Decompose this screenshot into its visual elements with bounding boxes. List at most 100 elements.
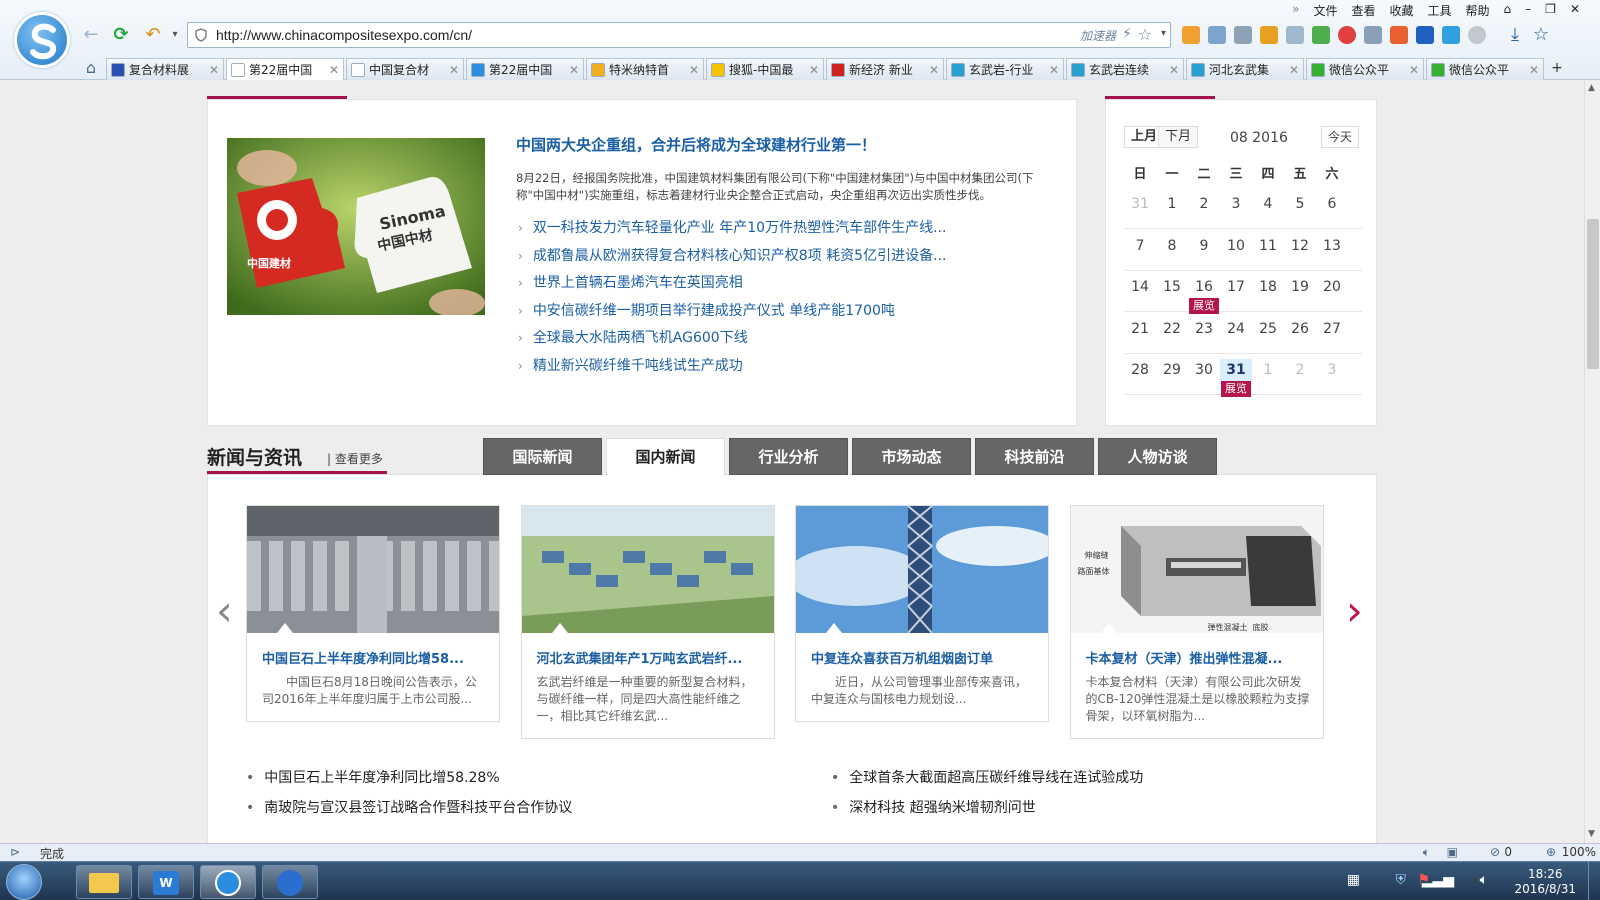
download-icon[interactable]: ⤓ <box>1506 26 1524 44</box>
calendar-day[interactable]: 31 <box>1124 193 1156 215</box>
focus-headline[interactable]: 中国两大央企重组，合并后将成为全球建材行业第一！ <box>516 134 876 155</box>
url-dropdown-icon[interactable]: ▾ <box>1161 28 1166 39</box>
calendar-day[interactable]: 3 <box>1316 359 1348 381</box>
browser-tab[interactable]: 中国复合材 ✕ <box>346 58 464 80</box>
calendar-day[interactable]: 10 <box>1220 235 1252 257</box>
view-more-link[interactable]: | 查看更多 <box>327 450 383 467</box>
browser-tab[interactable]: 搜狐-中国最 ✕ <box>706 58 824 80</box>
minimize-icon[interactable]: – <box>1525 2 1531 18</box>
browser-tab[interactable]: 第22届中国 ✕ <box>466 58 584 80</box>
restore-icon[interactable]: ❐ <box>1545 2 1556 18</box>
focus-link[interactable]: › 中安信碳纤维一期项目举行建成投产仪式 单线产能1700吨 <box>518 300 895 320</box>
calendar-day[interactable]: 4 <box>1252 193 1284 215</box>
news-list-text[interactable]: 中国巨石上半年度净利同比增58.28% <box>264 770 499 786</box>
news-card-title[interactable]: 河北玄武集团年产1万吨玄武岩纤... <box>537 648 743 667</box>
undo-icon[interactable]: ↶ <box>142 24 164 46</box>
calendar-day[interactable]: 18 <box>1252 276 1284 298</box>
news-tab[interactable]: 市场动态 <box>852 438 971 475</box>
star-icon[interactable]: ☆ <box>1138 25 1152 44</box>
focus-link[interactable]: › 成都鲁晨从欧洲获得复合材料核心知识产权8项 耗资5亿引进设备... <box>518 245 946 265</box>
focus-link[interactable]: › 世界上首辆石墨烯汽车在英国亮相 <box>518 272 743 292</box>
reader-icon[interactable] <box>1208 26 1226 44</box>
news-list-text[interactable]: 全球首条大截面超高压碳纤维导线在连试验成功 <box>849 770 1143 786</box>
menu-favorites[interactable]: 收藏 <box>1390 2 1414 18</box>
taskbar-wps-icon[interactable]: W <box>138 865 194 899</box>
focus-link[interactable]: › 全球最大水陆两栖飞机AG600下线 <box>518 327 748 347</box>
show-desktop-button[interactable] <box>1588 862 1600 900</box>
tab-close-icon[interactable]: ✕ <box>1289 63 1299 77</box>
page-scrollbar[interactable]: ▲ ▼ <box>1584 81 1600 843</box>
calendar-day[interactable]: 20 <box>1316 276 1348 298</box>
today-button[interactable]: 今天 <box>1321 126 1360 148</box>
calendar-day[interactable]: 13 <box>1316 235 1348 257</box>
carousel-next-icon[interactable]: › <box>1346 590 1363 632</box>
calendar-day[interactable]: 9 <box>1188 235 1220 257</box>
scroll-up-icon[interactable]: ▲ <box>1588 83 1595 93</box>
security-shield-icon[interactable] <box>1416 26 1434 44</box>
focus-link-text[interactable]: 全球最大水陆两栖飞机AG600下线 <box>533 330 748 346</box>
tab-close-icon[interactable]: ✕ <box>449 63 459 77</box>
news-list-item[interactable]: • 深材科技 超强纳米增韧剂问世 <box>831 797 1036 817</box>
focus-link[interactable]: › 双一科技发力汽车轻量化产业 年产10万件热塑性汽车部件生产线... <box>518 217 946 237</box>
calendar-day[interactable]: 19 <box>1284 276 1316 298</box>
menu-view[interactable]: 查看 <box>1351 2 1375 18</box>
news-tab[interactable]: 国内新闻 <box>606 438 725 476</box>
menu-help[interactable]: 帮助 <box>1466 2 1490 18</box>
favorite-star-icon[interactable]: ☆ <box>1532 26 1550 44</box>
scrollbar-thumb[interactable] <box>1587 219 1599 369</box>
calendar-day[interactable]: 1 <box>1156 193 1188 215</box>
weibo-icon[interactable] <box>1338 26 1356 44</box>
news-card[interactable]: 河北玄武集团年产1万吨玄武岩纤... 玄武岩纤维是一种重要的新型复合材料，与碳纤维… <box>520 505 775 739</box>
zoom-level[interactable]: 100% <box>1562 845 1596 859</box>
browser-tab[interactable]: 微信公众平 ✕ <box>1306 58 1424 80</box>
news-list-text[interactable]: 深材科技 超强纳米增韧剂问世 <box>849 800 1035 816</box>
calendar-day[interactable]: 11 <box>1252 235 1284 257</box>
game-icon[interactable] <box>1312 26 1330 44</box>
calendar-day[interactable]: 29 <box>1156 359 1188 381</box>
more-icon[interactable] <box>1468 26 1486 44</box>
clipboard-icon[interactable] <box>1182 26 1200 44</box>
calendar-day[interactable]: 15 <box>1156 276 1188 298</box>
focus-link-text[interactable]: 精业新兴碳纤维千吨线试生产成功 <box>533 358 743 374</box>
url-text[interactable]: http://www.chinacompositesexpo.com/cn/ <box>216 27 472 43</box>
calendar-day[interactable]: 24 <box>1220 318 1252 340</box>
volume-icon[interactable]: 🔈︎ <box>1423 845 1430 860</box>
carousel-prev-icon[interactable]: ‹ <box>216 590 233 632</box>
focus-link-text[interactable]: 成都鲁晨从欧洲获得复合材料核心知识产权8项 耗资5亿引进设备... <box>533 248 947 264</box>
news-card-image[interactable] <box>796 506 1048 633</box>
calendar-day[interactable]: 12 <box>1284 235 1316 257</box>
calendar-day[interactable]: 25 <box>1252 318 1284 340</box>
key-icon[interactable] <box>1260 26 1278 44</box>
next-month-button[interactable]: 下月 <box>1158 126 1199 148</box>
start-button[interactable] <box>6 864 42 900</box>
news-tab[interactable]: 科技前沿 <box>975 438 1094 475</box>
tab-close-icon[interactable]: ✕ <box>1169 63 1179 77</box>
wrench-icon[interactable] <box>1364 26 1382 44</box>
tray-network-icon[interactable]: ▦ <box>1347 872 1360 888</box>
browser-tab[interactable]: 玄武岩连续 ✕ <box>1066 58 1184 80</box>
calendar-day[interactable]: 30 <box>1188 359 1220 381</box>
lightning-icon[interactable]: ⚡ <box>1122 26 1132 42</box>
calendar-day[interactable]: 8 <box>1156 235 1188 257</box>
tray-volume-icon[interactable]: 🔈︎ <box>1480 872 1488 888</box>
calendar-day[interactable]: 3 <box>1220 193 1252 215</box>
browser-tab[interactable]: 微信公众平 ✕ <box>1426 58 1544 80</box>
menu-file[interactable]: 文件 <box>1313 2 1337 18</box>
calendar-day[interactable]: 22 <box>1156 318 1188 340</box>
news-card-image[interactable] <box>521 506 774 633</box>
close-window-icon[interactable]: ✕ <box>1570 2 1580 18</box>
tab-close-icon[interactable]: ✕ <box>1409 63 1419 77</box>
browser-tab[interactable]: 新经济 新业 ✕ <box>826 58 944 80</box>
browser-tab[interactable]: 河北玄武集 ✕ <box>1186 58 1304 80</box>
undo-dropdown-icon[interactable]: ▾ <box>164 24 186 46</box>
calendar-day[interactable]: 26 <box>1284 318 1316 340</box>
news-card[interactable]: 中国巨石上半年度净利同比增58... 中国巨石8月18日晚间公告表示，公司201… <box>246 505 500 722</box>
calendar-day[interactable]: 27 <box>1316 318 1348 340</box>
tab-close-icon[interactable]: ✕ <box>689 63 699 77</box>
focus-link-text[interactable]: 双一科技发力汽车轻量化产业 年产10万件热塑性汽车部件生产线... <box>533 220 947 236</box>
browser-tab[interactable]: 复合材料展 ✕ <box>106 58 224 80</box>
taskbar-explorer-icon[interactable] <box>76 865 132 899</box>
focus-image[interactable]: 中国建材 Sinoma 中国中材 <box>227 138 485 315</box>
calendar-day[interactable]: 5 <box>1284 193 1316 215</box>
calendar-day[interactable]: 21 <box>1124 318 1156 340</box>
